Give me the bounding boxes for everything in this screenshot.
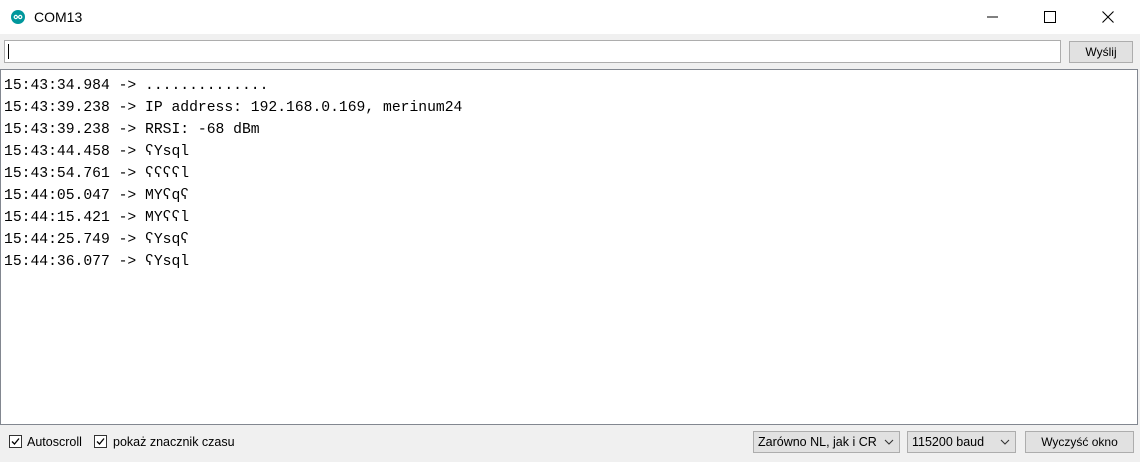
baud-rate-select[interactable]: 115200 baud xyxy=(907,431,1016,453)
text-caret xyxy=(8,44,9,59)
clear-output-button[interactable]: Wyczyść okno xyxy=(1025,431,1134,453)
timestamp-checkbox[interactable] xyxy=(94,435,107,448)
output-line: 15:43:39.238 -> IP address: 192.168.0.16… xyxy=(4,100,463,116)
output-line: 15:44:15.421 -> MYʕʕl xyxy=(4,210,190,226)
output-line: 15:43:44.458 -> ʕYsql xyxy=(4,144,190,160)
check-icon xyxy=(96,438,105,445)
output-line: 15:44:25.749 -> ʕYsqʕ xyxy=(4,232,190,248)
output-line: 15:44:05.047 -> MYʕqʕ xyxy=(4,188,190,204)
line-ending-select[interactable]: Zarówno NL, jak i CR xyxy=(753,431,900,453)
send-button[interactable]: Wyślij xyxy=(1069,41,1133,63)
maximize-button[interactable] xyxy=(1021,0,1079,34)
title-bar: COM13 xyxy=(0,0,1140,34)
autoscroll-label[interactable]: Autoscroll xyxy=(27,435,82,449)
chevron-down-icon xyxy=(1000,439,1010,445)
serial-output[interactable]: 15:43:34.984 -> .............. 15:43:39.… xyxy=(0,69,1138,425)
minimize-button[interactable] xyxy=(964,0,1022,34)
check-icon xyxy=(11,438,20,445)
baud-rate-value: 115200 baud xyxy=(912,435,985,449)
timestamp-label[interactable]: pokaż znacznik czasu xyxy=(113,435,235,449)
autoscroll-checkbox[interactable] xyxy=(9,435,22,448)
output-line: 15:43:39.238 -> RRSI: -68 dBm xyxy=(4,122,260,138)
status-bar: Autoscroll pokaż znacznik czasu Zarówno … xyxy=(0,426,1140,462)
minimize-icon xyxy=(987,16,998,18)
output-lines: 15:43:34.984 -> .............. 15:43:39.… xyxy=(4,75,462,273)
output-line: 15:43:34.984 -> .............. xyxy=(4,78,269,94)
output-line: 15:43:54.761 -> ʕʕʕʕl xyxy=(4,166,190,182)
chevron-down-icon xyxy=(884,439,894,445)
line-ending-value: Zarówno NL, jak i CR xyxy=(758,435,877,449)
output-line: 15:44:36.077 -> ʕYsql xyxy=(4,254,190,270)
arduino-icon xyxy=(11,10,25,24)
window-title: COM13 xyxy=(34,9,83,25)
close-button[interactable] xyxy=(1079,0,1137,34)
send-input[interactable] xyxy=(4,40,1061,63)
maximize-icon xyxy=(1044,11,1056,23)
close-icon xyxy=(1102,11,1114,23)
